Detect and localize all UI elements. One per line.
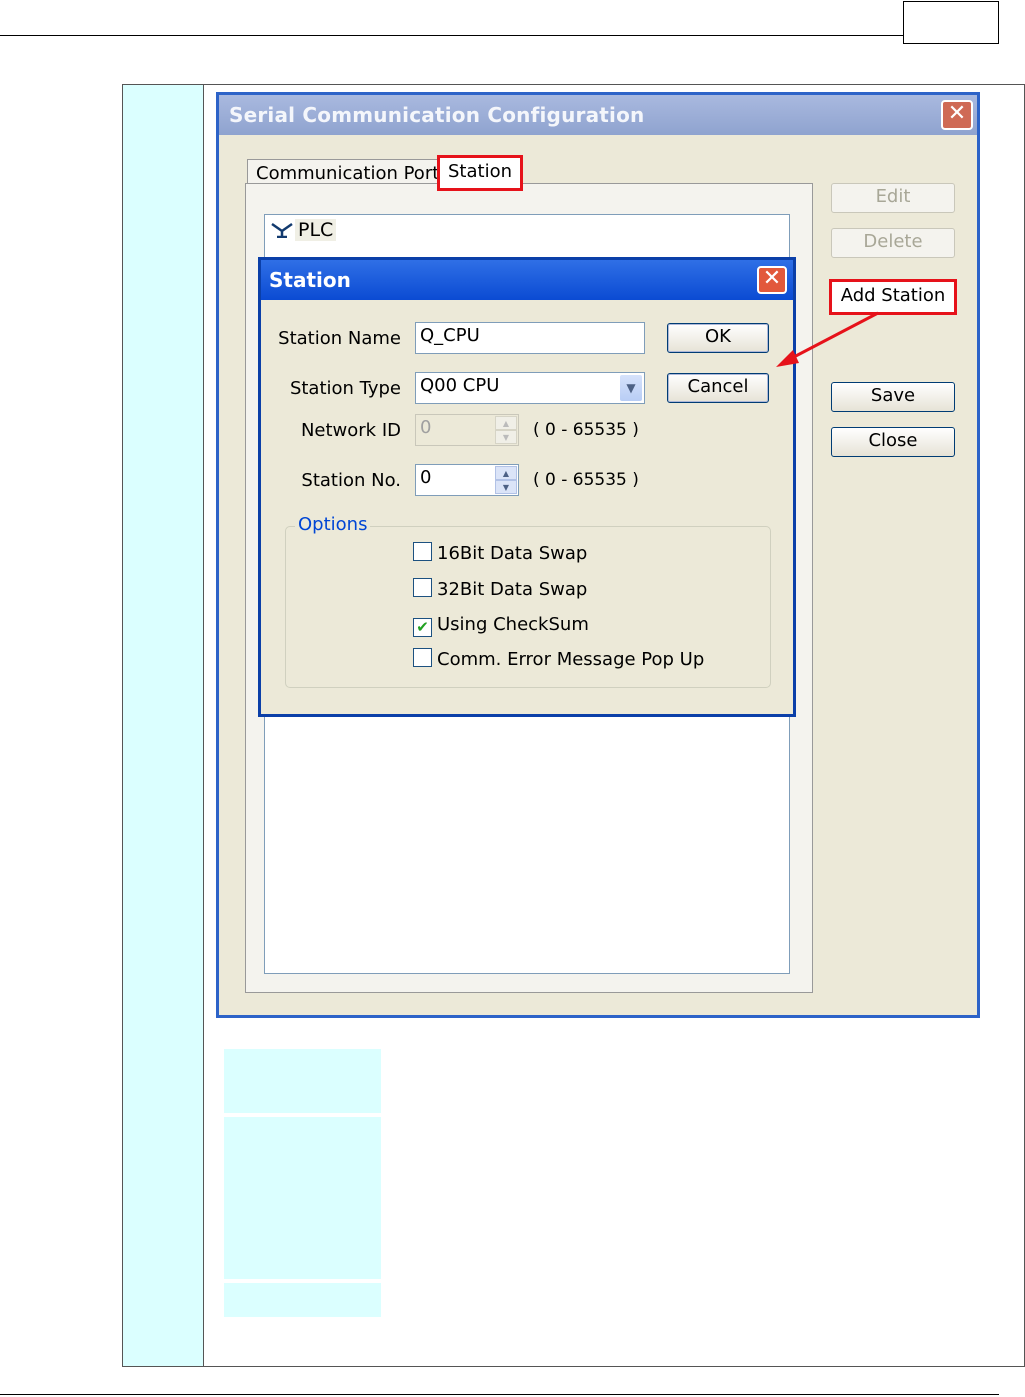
delete-button[interactable]: Delete — [831, 228, 955, 258]
dialog-titlebar[interactable]: Serial Communication Configuration ✕ — [219, 95, 977, 135]
header-rule — [0, 35, 903, 36]
checkbox-32bit-data-swap[interactable]: 32Bit Data Swap — [413, 578, 587, 604]
edit-button[interactable]: Edit — [831, 183, 955, 213]
checkbox-label: 32Bit Data Swap — [437, 579, 588, 600]
network-id-spinner: ▲ ▼ — [495, 416, 517, 444]
footer-rule — [0, 1394, 999, 1395]
cancel-button[interactable]: Cancel — [667, 373, 769, 403]
page-number-box — [903, 1, 999, 44]
station-no-range: ( 0 - 65535 ) — [533, 470, 639, 490]
network-id-value: 0 — [420, 417, 432, 438]
network-id-range: ( 0 - 65535 ) — [533, 420, 639, 440]
ok-button[interactable]: OK — [667, 323, 769, 353]
spin-down-icon: ▼ — [495, 430, 517, 444]
checkbox-icon[interactable] — [413, 648, 432, 667]
add-station-button[interactable]: Add Station — [829, 279, 957, 315]
checkbox-label: 16Bit Data Swap — [437, 543, 588, 564]
table-left-cell — [122, 84, 204, 1367]
station-type-label: Station Type — [289, 378, 401, 399]
network-id-label: Network ID — [300, 420, 401, 441]
checkbox-16bit-data-swap[interactable]: 16Bit Data Swap — [413, 542, 587, 568]
close-button[interactable]: Close — [831, 427, 955, 457]
checkbox-using-checksum[interactable]: ✔ Using CheckSum — [413, 614, 589, 640]
options-legend: Options — [295, 514, 371, 535]
station-type-value: Q00 CPU — [420, 375, 500, 396]
close-icon[interactable]: ✕ — [941, 100, 973, 130]
checkbox-label: Using CheckSum — [437, 614, 589, 635]
tree-node-plc[interactable]: PLC — [271, 219, 337, 247]
tab-station[interactable]: Station — [437, 155, 523, 191]
network-node-icon — [271, 219, 295, 241]
close-icon[interactable]: ✕ — [757, 266, 787, 294]
checkmark-icon[interactable]: ✔ — [413, 618, 432, 637]
station-no-spinner[interactable]: ▲ ▼ — [495, 466, 517, 494]
station-dialog: Station ✕ Station Name Q_CPU Station Typ… — [258, 257, 796, 717]
station-no-value: 0 — [420, 467, 432, 488]
table-cell — [224, 1117, 381, 1279]
checkbox-icon[interactable] — [413, 578, 432, 597]
checkbox-comm-error-popup[interactable]: Comm. Error Message Pop Up — [413, 648, 704, 674]
station-type-select[interactable]: Q00 CPU ▼ — [415, 372, 645, 404]
station-no-input[interactable]: 0 ▲ ▼ — [415, 464, 519, 496]
spin-up-icon: ▲ — [495, 416, 517, 430]
station-name-input[interactable]: Q_CPU — [415, 322, 645, 354]
tree-node-label: PLC — [295, 219, 337, 241]
station-dialog-title: Station — [269, 268, 351, 292]
spin-down-icon[interactable]: ▼ — [495, 480, 517, 494]
table-cell — [224, 1283, 381, 1317]
chevron-down-icon[interactable]: ▼ — [620, 375, 642, 401]
save-button[interactable]: Save — [831, 382, 955, 412]
checkbox-icon[interactable] — [413, 542, 432, 561]
network-id-input: 0 ▲ ▼ — [415, 414, 519, 446]
station-no-label: Station No. — [301, 470, 401, 491]
dialog-title: Serial Communication Configuration — [229, 103, 645, 127]
checkbox-label: Comm. Error Message Pop Up — [437, 649, 705, 670]
station-dialog-titlebar[interactable]: Station ✕ — [261, 260, 793, 300]
table-cell — [224, 1049, 381, 1113]
spin-up-icon[interactable]: ▲ — [495, 466, 517, 480]
station-name-label: Station Name — [278, 328, 401, 349]
